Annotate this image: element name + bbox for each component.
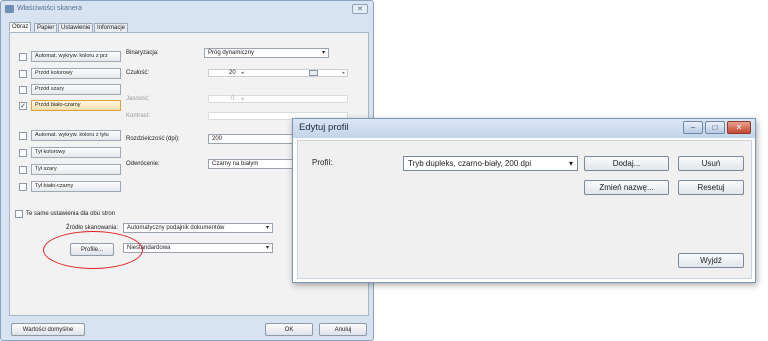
defaults-button[interactable]: Wartości domyślne [11, 323, 85, 336]
sensitivity-value: 20 [229, 70, 236, 76]
sensitivity-label: Czułość: [126, 70, 150, 76]
close-icon[interactable]: ✕ [352, 4, 368, 14]
rename-button[interactable]: Zmień nazwę... [584, 180, 669, 195]
dialog-titlebar: Edytuj profil – □ ✕ [293, 119, 755, 138]
checkbox-back-color[interactable] [19, 149, 27, 157]
arrow-right-icon[interactable]: ▸ [342, 70, 345, 76]
resolution-value: 200 [212, 136, 223, 142]
arrow-left-icon[interactable]: ◂ [241, 70, 244, 76]
binarization-value: Próg dynamiczny [208, 50, 255, 56]
window-title: Właściwości skanera [17, 5, 82, 12]
dialog-body: Profil: Tryb dupleks, czarno-biały, 200 … [297, 140, 752, 279]
contrast-label: Kontrast: [126, 113, 151, 119]
binarization-label: Binaryzacja: [126, 50, 159, 56]
image-type-back-bw[interactable]: Tył biało-czarny [31, 181, 121, 192]
close-icon[interactable]: ✕ [727, 121, 751, 134]
brightness-label: Jasność: [126, 96, 150, 102]
reset-button[interactable]: Resetuj [678, 180, 744, 195]
dialog-title: Edytuj profil [299, 122, 349, 133]
chevron-down-icon: ▾ [321, 50, 325, 56]
add-button[interactable]: Dodaj... [584, 156, 669, 171]
checkbox-auto-color-front[interactable] [19, 53, 27, 61]
checkbox-front-color[interactable] [19, 70, 27, 78]
tab-obraz[interactable]: Obraz [9, 22, 32, 32]
ok-button[interactable]: OK [265, 323, 313, 336]
checkbox-front-gray[interactable] [19, 86, 27, 94]
maximize-icon[interactable]: □ [705, 121, 725, 134]
minimize-icon[interactable]: – [683, 121, 703, 134]
image-type-back-color[interactable]: Tył kolorowy [31, 147, 121, 158]
same-settings-label: Te same ustawienia dla obu stron [26, 211, 116, 217]
inversion-value: Czarny na białym [212, 161, 259, 167]
profile-dropdown[interactable]: Tryb dupleks, czarno-biały, 200 dpi ▾ [403, 156, 578, 171]
highlight-circle [43, 231, 143, 269]
image-type-front-gray[interactable]: Przód szary [31, 84, 121, 95]
exit-button[interactable]: Wyjdź [678, 253, 744, 268]
profile-dropdown-value: Tryb dupleks, czarno-biały, 200 dpi [408, 159, 532, 168]
chevron-down-icon: ▾ [265, 245, 269, 251]
brightness-slider[interactable]: 0 ◂ [208, 95, 348, 103]
resolution-label: Rozdzielczość (dpi): [126, 136, 180, 142]
checkbox-same-settings[interactable] [15, 210, 23, 218]
image-type-back-gray[interactable]: Tył szary [31, 164, 121, 175]
image-type-front-color[interactable]: Przód kolorowy [31, 68, 121, 79]
image-type-auto-color-back[interactable]: Automat. wykryw. koloru z tyłu [31, 130, 121, 141]
checkbox-back-bw[interactable] [19, 183, 27, 191]
profile-select[interactable]: Niestandardowa ▾ [123, 243, 273, 253]
scan-source-value: Automatyczny podajnik dokumentów [127, 225, 225, 231]
binarization-select[interactable]: Próg dynamiczny ▾ [204, 48, 329, 58]
inversion-label: Odwrócenie: [126, 161, 160, 167]
profile-label: Profil: [312, 158, 333, 167]
brightness-value: 0 [231, 96, 235, 102]
checkbox-back-gray[interactable] [19, 166, 27, 174]
cancel-button[interactable]: Anuluj [319, 323, 367, 336]
delete-button[interactable]: Usuń [678, 156, 744, 171]
arrow-left-icon[interactable]: ◂ [241, 96, 244, 102]
chevron-down-icon: ▾ [265, 225, 269, 231]
checkbox-auto-color-back[interactable] [19, 132, 27, 140]
image-type-auto-color-front[interactable]: Automat. wykryw. koloru z prz [31, 51, 121, 62]
edit-profile-dialog: Edytuj profil – □ ✕ Profil: Tryb dupleks… [292, 118, 756, 283]
chevron-down-icon: ▾ [568, 159, 573, 168]
image-type-front-bw[interactable]: Przód biało-czarny [31, 100, 121, 111]
checkbox-front-bw[interactable]: ✓ [19, 102, 27, 110]
resolution-select[interactable]: 200 [208, 134, 298, 144]
inversion-select[interactable]: Czarny na białym [208, 159, 298, 169]
slider-thumb[interactable] [309, 70, 318, 76]
app-icon [5, 5, 14, 13]
sensitivity-slider[interactable]: 20 ◂ ▸ [208, 69, 348, 77]
scan-source-select[interactable]: Automatyczny podajnik dokumentów ▾ [123, 223, 273, 233]
